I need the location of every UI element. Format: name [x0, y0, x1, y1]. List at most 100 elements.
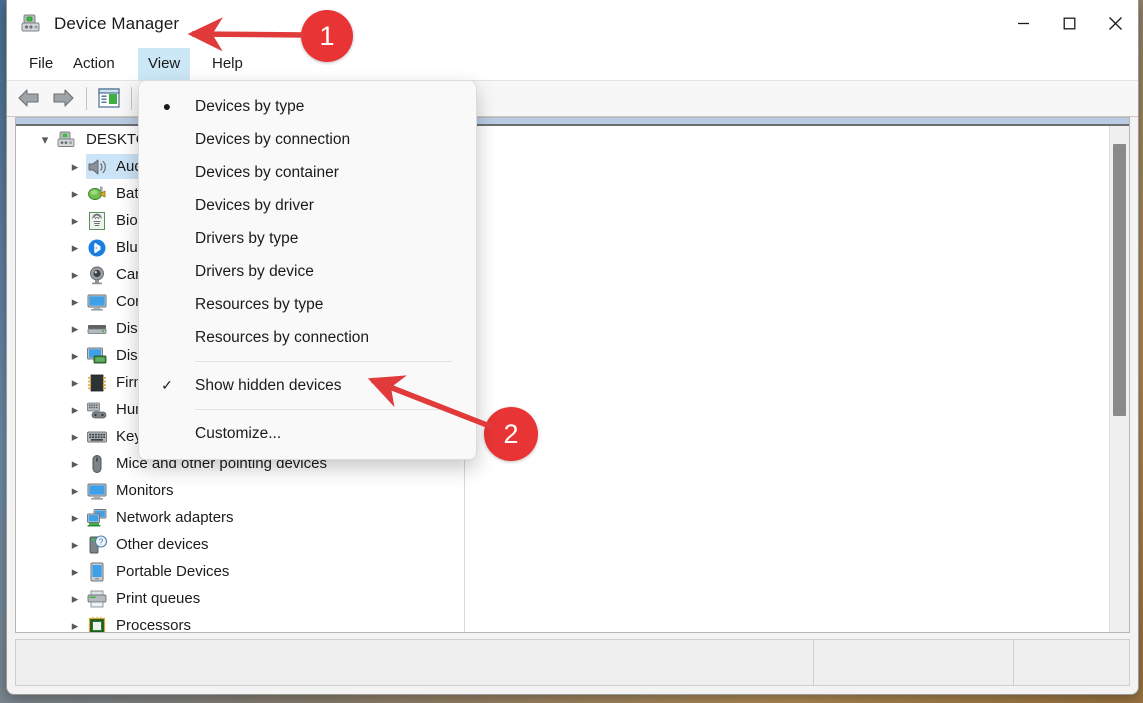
menu-separator: [195, 361, 452, 362]
biometric-icon: [86, 210, 108, 232]
chevron-right-icon[interactable]: ▸: [64, 261, 86, 288]
tree-item-label: Network adapters: [116, 509, 234, 526]
menu-help[interactable]: Help: [202, 48, 253, 80]
tree-item-processors[interactable]: ▸ Processors: [16, 612, 464, 632]
tree-item-print-queues[interactable]: ▸ Print queues: [16, 585, 464, 612]
chevron-right-icon[interactable]: ▸: [64, 504, 86, 531]
vertical-scrollbar[interactable]: [1109, 126, 1129, 632]
computer-icon: [86, 291, 108, 313]
battery-icon: [86, 183, 108, 205]
menu-item-label: Devices by connection: [195, 130, 351, 148]
processor-icon: [86, 615, 108, 632]
chevron-right-icon[interactable]: ▸: [64, 153, 86, 180]
tree-item-label: Processors: [116, 617, 192, 632]
tree-item-label: Car: [116, 266, 141, 283]
unknown-device-icon: ?: [86, 534, 108, 556]
tree-item-label: Bio: [116, 212, 138, 229]
menu-item-label: Resources by type: [195, 295, 324, 313]
tree-item-label: Monitors: [116, 482, 174, 499]
chevron-right-icon[interactable]: ▸: [64, 180, 86, 207]
firmware-icon: [86, 372, 108, 394]
menu-view[interactable]: View: [138, 48, 191, 80]
chevron-right-icon[interactable]: ▸: [64, 288, 86, 315]
chevron-right-icon[interactable]: ▸: [64, 477, 86, 504]
menu-item-label: Show hidden devices: [195, 376, 342, 394]
back-arrow-icon[interactable]: [17, 87, 41, 114]
menu-resources-by-connection[interactable]: Resources by connection: [139, 321, 476, 354]
chevron-right-icon[interactable]: ▸: [64, 423, 86, 450]
maximize-button[interactable]: [1046, 0, 1092, 47]
annotation-badge-1: 1: [301, 10, 353, 62]
chevron-right-icon[interactable]: ▸: [64, 342, 86, 369]
forward-arrow-icon[interactable]: [51, 87, 75, 114]
keyboard-icon: [86, 426, 108, 448]
menu-devices-by-type[interactable]: ● Devices by type: [139, 90, 476, 123]
menu-item-label: Customize...: [195, 424, 282, 442]
tree-item-label: Bat: [116, 185, 139, 202]
status-bar: [15, 639, 1130, 686]
console-tree-icon[interactable]: [98, 88, 120, 113]
scrollbar-thumb[interactable]: [1113, 144, 1126, 416]
mouse-icon: [86, 453, 108, 475]
network-icon: [86, 507, 108, 529]
tree-item-portable-devices[interactable]: ▸ Portable Devices: [16, 558, 464, 585]
chevron-right-icon[interactable]: ▸: [64, 369, 86, 396]
tree-item-label: Portable Devices: [116, 563, 230, 580]
portable-device-icon: [86, 561, 108, 583]
chevron-down-icon[interactable]: ▾: [34, 126, 56, 153]
chevron-right-icon[interactable]: ▸: [64, 207, 86, 234]
menu-separator: [195, 409, 452, 410]
chevron-right-icon[interactable]: ▸: [64, 612, 86, 633]
menu-resources-by-type[interactable]: Resources by type: [139, 288, 476, 321]
menu-item-label: Resources by connection: [195, 328, 370, 346]
chevron-right-icon[interactable]: ▸: [64, 531, 86, 558]
chevron-right-icon[interactable]: ▸: [64, 450, 86, 477]
disk-drive-icon: [86, 318, 108, 340]
menu-show-hidden-devices[interactable]: ✓ Show hidden devices: [139, 369, 476, 402]
camera-icon: [86, 264, 108, 286]
menu-devices-by-driver[interactable]: Devices by driver: [139, 189, 476, 222]
close-button[interactable]: [1092, 0, 1138, 47]
menu-devices-by-container[interactable]: Devices by container: [139, 156, 476, 189]
check-icon: ✓: [161, 377, 173, 393]
device-manager-window: Device Manager File Action View Help ▾ D…: [6, 0, 1139, 695]
svg-text:?: ?: [99, 537, 104, 546]
menu-devices-by-connection[interactable]: Devices by connection: [139, 123, 476, 156]
computer-icon: [56, 129, 78, 151]
menu-customize[interactable]: Customize...: [139, 417, 476, 450]
tree-item-label: Other devices: [116, 536, 209, 553]
bluetooth-icon: [86, 237, 108, 259]
menu-action[interactable]: Action: [63, 48, 125, 80]
annotation-badge-2: 2: [484, 407, 538, 461]
chevron-right-icon[interactable]: ▸: [64, 315, 86, 342]
title-bar: Device Manager: [7, 0, 1138, 48]
menu-drivers-by-device[interactable]: Drivers by device: [139, 255, 476, 288]
view-menu-dropdown[interactable]: ● Devices by type Devices by connection …: [138, 80, 477, 460]
tree-item-label: Blu: [116, 239, 138, 256]
menu-bar: File Action View Help: [7, 48, 1138, 81]
menu-file[interactable]: File: [19, 48, 63, 80]
minimize-button[interactable]: [1000, 0, 1046, 47]
audio-icon: [86, 156, 108, 178]
chevron-right-icon[interactable]: ▸: [64, 396, 86, 423]
chevron-right-icon[interactable]: ▸: [64, 558, 86, 585]
tree-item-other-devices[interactable]: ▸ ? Other devices: [16, 531, 464, 558]
display-icon: [86, 345, 108, 367]
monitor-icon: [86, 480, 108, 502]
window-title: Device Manager: [54, 14, 180, 33]
menu-item-label: Devices by container: [195, 163, 339, 181]
device-detail-pane: [465, 126, 1129, 632]
chevron-right-icon[interactable]: ▸: [64, 585, 86, 612]
menu-item-label: Drivers by type: [195, 229, 299, 247]
tree-item-label: Print queues: [116, 590, 201, 607]
tree-item-network-adapters[interactable]: ▸ Network adapters: [16, 504, 464, 531]
hid-icon: [86, 399, 108, 421]
printer-icon: [86, 588, 108, 610]
tree-item-monitors[interactable]: ▸ Monitors: [16, 477, 464, 504]
menu-item-label: Devices by driver: [195, 196, 314, 214]
bullet-icon: ●: [162, 98, 172, 114]
device-manager-icon: [20, 12, 44, 36]
menu-item-label: Devices by type: [195, 97, 305, 115]
chevron-right-icon[interactable]: ▸: [64, 234, 86, 261]
menu-drivers-by-type[interactable]: Drivers by type: [139, 222, 476, 255]
